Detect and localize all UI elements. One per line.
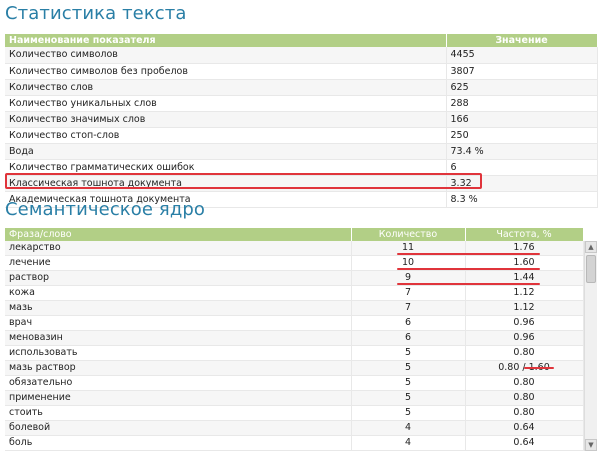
semantic-row-phrase: меновазин — [5, 330, 352, 346]
stats-row: Вода 73.4 % — [5, 143, 598, 160]
underline-mark — [397, 268, 540, 270]
semantic-row-count: 6 — [351, 330, 466, 346]
semantic-row-count: 5 — [351, 390, 466, 406]
stats-row: Количество символов 4455 — [5, 47, 598, 64]
stats-row: Количество значимых слов 166 — [5, 111, 598, 128]
underline-mark — [397, 253, 540, 255]
semantic-row-freq: 0.96 — [465, 330, 584, 346]
semantic-scrollbar[interactable]: ▲ ▼ — [584, 241, 597, 451]
underline-mark — [397, 283, 540, 285]
stats-row: Количество стоп-слов 250 — [5, 127, 598, 144]
semantic-row-freq: 0.80 — [465, 405, 584, 421]
semantic-row-phrase: стоить — [5, 405, 352, 421]
stats-section-title: Статистика текста — [5, 3, 187, 24]
stats-row-name: Количество слов — [5, 79, 447, 96]
semantic-row-count: 5 — [351, 405, 466, 421]
scroll-up-arrow-icon[interactable]: ▲ — [585, 241, 597, 253]
semantic-row-count: 4 — [351, 420, 466, 436]
highlight-box-academic-nausea — [5, 173, 482, 189]
scroll-down-arrow-icon[interactable]: ▼ — [585, 439, 597, 451]
stats-header-name: Наименование показателя — [5, 34, 447, 47]
stats-row-name: Количество уникальных слов — [5, 95, 447, 112]
stats-header-value: Значение — [446, 34, 598, 47]
semantic-row-phrase: мазь раствор — [5, 360, 352, 376]
stats-header-row: Наименование показателя Значение — [5, 34, 598, 47]
semantic-row-freq: 0.96 — [465, 315, 584, 331]
semantic-row-phrase: мазь — [5, 300, 352, 316]
stats-row-value: 4455 — [446, 47, 598, 64]
semantic-row-freq: 0.80 — [465, 390, 584, 406]
semantic-row-phrase: лечение — [5, 255, 352, 271]
semantic-section-title: Семантическое ядро — [5, 199, 206, 220]
semantic-row-phrase: использовать — [5, 345, 352, 361]
semantic-row-phrase: врач — [5, 315, 352, 331]
semantic-header-count: Количество — [351, 228, 466, 241]
semantic-row-count: 5 — [351, 360, 466, 376]
stats-row-name: Количество символов без пробелов — [5, 63, 447, 80]
semantic-row-count: 7 — [351, 300, 466, 316]
semantic-row-count: 6 — [351, 315, 466, 331]
semantic-row: меновазин 6 0.96 — [5, 330, 584, 346]
semantic-row: болевой 4 0.64 — [5, 420, 584, 436]
semantic-row-phrase: обязательно — [5, 375, 352, 391]
stats-row-value: 625 — [446, 79, 598, 96]
semantic-row-phrase: раствор — [5, 270, 352, 286]
stats-row-value: 73.4 % — [446, 143, 598, 160]
semantic-row-freq: 0.64 — [465, 420, 584, 436]
semantic-row-phrase: применение — [5, 390, 352, 406]
semantic-row-count: 5 — [351, 345, 466, 361]
stats-row-name: Вода — [5, 143, 447, 160]
semantic-row-phrase: лекарство — [5, 241, 352, 256]
semantic-row: боль 4 0.64 — [5, 435, 584, 451]
semantic-row-freq: 1.12 — [465, 285, 584, 301]
stats-row-value: 3807 — [446, 63, 598, 80]
semantic-core-table: Фраза/слово Количество Частота, % лекарс… — [5, 228, 584, 451]
semantic-row-freq: 0.64 — [465, 435, 584, 451]
semantic-header-phrase: Фраза/слово — [5, 228, 352, 241]
semantic-row: применение 5 0.80 — [5, 390, 584, 406]
stats-row-value: 8.3 % — [446, 191, 598, 208]
stats-row-value: 288 — [446, 95, 598, 112]
semantic-row: использовать 5 0.80 — [5, 345, 584, 361]
semantic-row-phrase: кожа — [5, 285, 352, 301]
stats-row-name: Количество символов — [5, 47, 447, 64]
semantic-row-count: 7 — [351, 285, 466, 301]
semantic-row-freq: 0.80 — [465, 375, 584, 391]
semantic-core-panel[interactable]: Фраза/слово Количество Частота, % лекарс… — [5, 228, 597, 451]
semantic-row-count: 4 — [351, 435, 466, 451]
semantic-header-freq: Частота, % — [465, 228, 584, 241]
semantic-header-row: Фраза/слово Количество Частота, % — [5, 228, 584, 241]
semantic-row: мазь раствор50.80 / 1.60 — [5, 360, 584, 376]
underline-mark — [524, 367, 554, 369]
semantic-row: врач 6 0.96 — [5, 315, 584, 331]
semantic-row: стоить 5 0.80 — [5, 405, 584, 421]
semantic-row-phrase: болевой — [5, 420, 352, 436]
stats-row-name: Количество значимых слов — [5, 111, 447, 128]
semantic-row-phrase: боль — [5, 435, 352, 451]
scroll-thumb[interactable] — [586, 255, 596, 283]
stats-row-value: 250 — [446, 127, 598, 144]
semantic-row-freq: 0.80 — [465, 345, 584, 361]
semantic-row-freq: 1.12 — [465, 300, 584, 316]
stats-row-value: 166 — [446, 111, 598, 128]
stats-row: Количество слов 625 — [5, 79, 598, 96]
semantic-row-count: 5 — [351, 375, 466, 391]
semantic-row: обязательно 5 0.80 — [5, 375, 584, 391]
semantic-row: мазь 7 1.12 — [5, 300, 584, 316]
stats-row: Количество уникальных слов 288 — [5, 95, 598, 112]
stats-row-name: Количество стоп-слов — [5, 127, 447, 144]
stats-row: Количество символов без пробелов 3807 — [5, 63, 598, 80]
semantic-row: кожа 7 1.12 — [5, 285, 584, 301]
